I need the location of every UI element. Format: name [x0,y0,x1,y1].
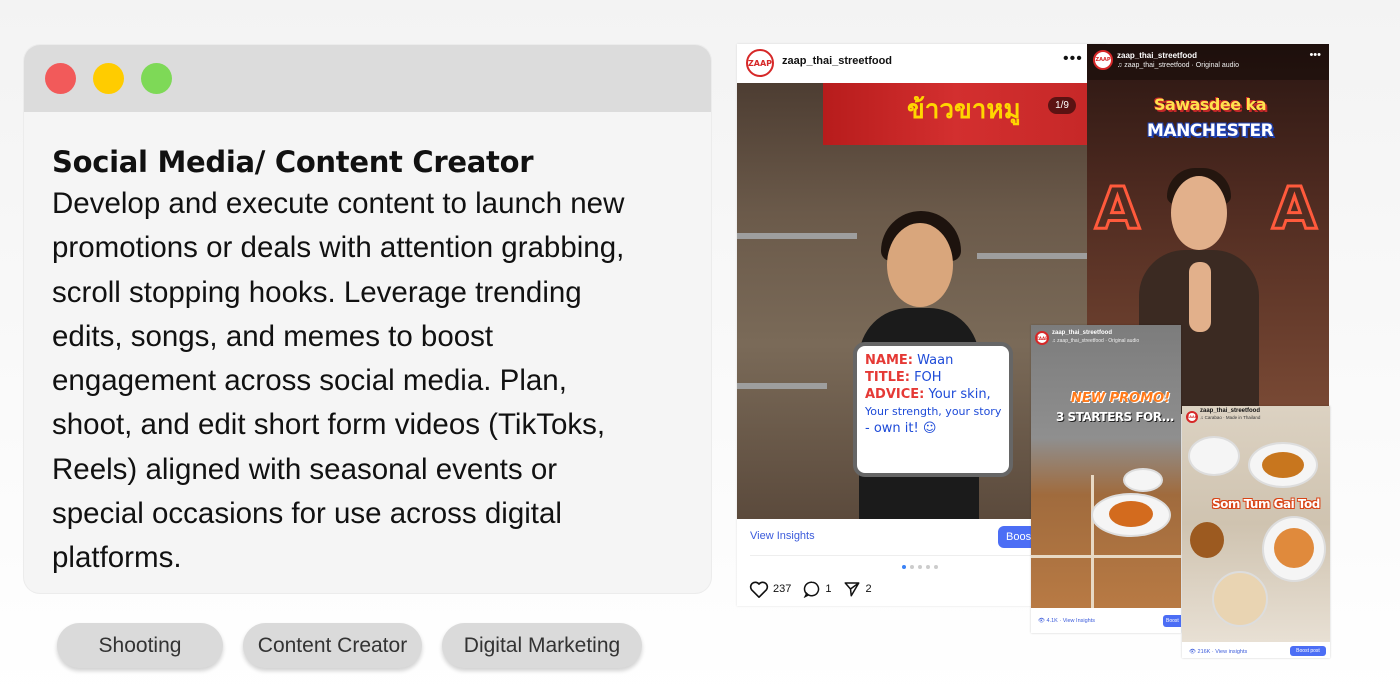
shelf [737,233,857,239]
neon-letter: A [1094,173,1142,244]
description-line: scroll stopping hooks. Leverage trending [52,275,582,309]
card-title: Social Media/ Content Creator [52,145,534,179]
tag-content-creator[interactable]: Content Creator [243,623,422,668]
carousel-dot[interactable] [918,565,922,569]
heart-icon[interactable] [749,580,769,598]
brand-logo-icon[interactable]: ZAAP [1093,50,1113,70]
boost-post-button[interactable]: Boost post [1290,646,1326,656]
reel-headline: MANCHESTER [1147,121,1274,141]
description-line: edits, songs, and memes to boost [52,319,494,353]
reel-headline: Sawasdee ka [1154,95,1267,114]
neon-letter: A [1271,173,1319,244]
plate [1123,468,1163,492]
shelf [977,253,1088,259]
shelf [737,383,827,389]
reel-audio[interactable]: ♫ Carabao · Made in Thailand [1200,415,1260,420]
sticky-rice-basket [1212,571,1268,627]
whiteboard-value: Waan [917,353,954,368]
reel-header: ZAAP zaap_thai_streetfood ♫ zaap_thai_st… [1087,44,1329,80]
description-line: Develop and execute content to launch ne… [52,187,625,220]
reel-headline: NEW PROMO! [1071,391,1171,406]
reel-photo [1182,406,1330,642]
window-title-bar [24,45,711,112]
food [1262,452,1304,478]
food [1190,522,1224,558]
description-line: engagement across social media. Plan, [52,364,567,398]
whiteboard-value: Your skin, [928,387,991,402]
description-line: special occasions for use across digital [52,497,562,531]
post-username[interactable]: zaap_thai_streetfood [782,55,892,67]
instagram-reel-somtum[interactable]: ZAAP zaap_thai_streetfood ♫ Carabao · Ma… [1182,406,1330,658]
description-line: promotions or deals with attention grabb… [52,231,625,265]
brand-logo-icon[interactable]: ZAAP [1186,411,1198,423]
more-options-icon[interactable]: ••• [1063,50,1083,68]
whiteboard-sign: NAME: Waan TITLE: FOH ADVICE: Your skin,… [853,342,1013,477]
whiteboard-text: Your strength, your story [865,405,1002,418]
like-count: 237 [773,583,792,595]
plate [1188,436,1240,476]
description-line: platforms. [52,541,182,575]
tag-digital-marketing[interactable]: Digital Marketing [442,623,642,668]
close-dot-icon[interactable] [45,63,76,94]
reel-username[interactable]: zaap_thai_streetfood [1117,51,1197,60]
brand-logo-icon[interactable]: ZAAP [1035,331,1049,345]
view-insights-link[interactable]: 👁 216K · View insights [1189,649,1247,655]
minimize-dot-icon[interactable] [93,63,124,94]
carousel-dots [902,565,938,569]
view-insights-link[interactable]: View Insights [750,530,815,542]
table-line [1031,555,1181,558]
carousel-dot[interactable] [926,565,930,569]
reel-headline: 3 STARTERS FOR... [1056,410,1174,424]
share-count: 2 [865,583,872,595]
food [1109,501,1153,527]
post-actions: 237 1 2 [749,580,880,598]
boost-button[interactable]: Boost [1163,615,1181,627]
presenter-face [1171,176,1227,250]
food [1274,528,1314,568]
divider [750,555,1050,556]
reel-audio[interactable]: ♫ zaap_thai_streetfood · Original audio [1117,62,1239,69]
presenter-hands [1189,262,1211,332]
reel-headline: Som Tum Gai Tod [1212,497,1320,511]
comment-count: 1 [825,583,832,595]
reel-username[interactable]: zaap_thai_streetfood [1200,408,1260,414]
carousel-dot[interactable] [934,565,938,569]
content-card: Social Media/ Content Creator Develop an… [24,45,711,593]
table-line [1091,475,1094,608]
reel-photo [1031,325,1181,608]
carousel-counter: 1/9 [1048,97,1076,114]
reel-audio[interactable]: ♫ zaap_thai_streetfood · Original audio [1052,338,1139,344]
whiteboard-label: TITLE: [865,370,910,385]
view-insights-link[interactable]: 👁 4.1K · View Insights [1038,618,1095,624]
tag-shooting[interactable]: Shooting [57,623,223,668]
restaurant-sign-text: ข้าวขาหมู [907,95,1021,125]
share-icon[interactable] [843,580,861,598]
whiteboard-label: ADVICE: [865,387,925,402]
maximize-dot-icon[interactable] [141,63,172,94]
reel-username[interactable]: zaap_thai_streetfood [1052,330,1112,336]
whiteboard-text: - own it! ☺ [865,421,937,436]
whiteboard-value: FOH [914,370,942,385]
staff-face [887,223,953,307]
instagram-reel-promo[interactable]: ZAAP zaap_thai_streetfood ♫ zaap_thai_st… [1031,325,1181,633]
whiteboard-label: NAME: [865,353,913,368]
post-header: ZAAP zaap_thai_streetfood ••• [737,44,1107,82]
carousel-dot[interactable] [910,565,914,569]
carousel-dot[interactable] [902,565,906,569]
comment-icon[interactable] [803,580,821,598]
more-options-icon[interactable]: ••• [1309,49,1321,61]
card-description: Develop and execute content to launch ne… [52,182,692,581]
brand-logo-icon[interactable]: ZAAP [746,49,774,77]
description-line: Reels) aligned with seasonal events or [52,452,558,486]
description-line: shoot, and edit short form videos (TikTo… [52,408,606,442]
